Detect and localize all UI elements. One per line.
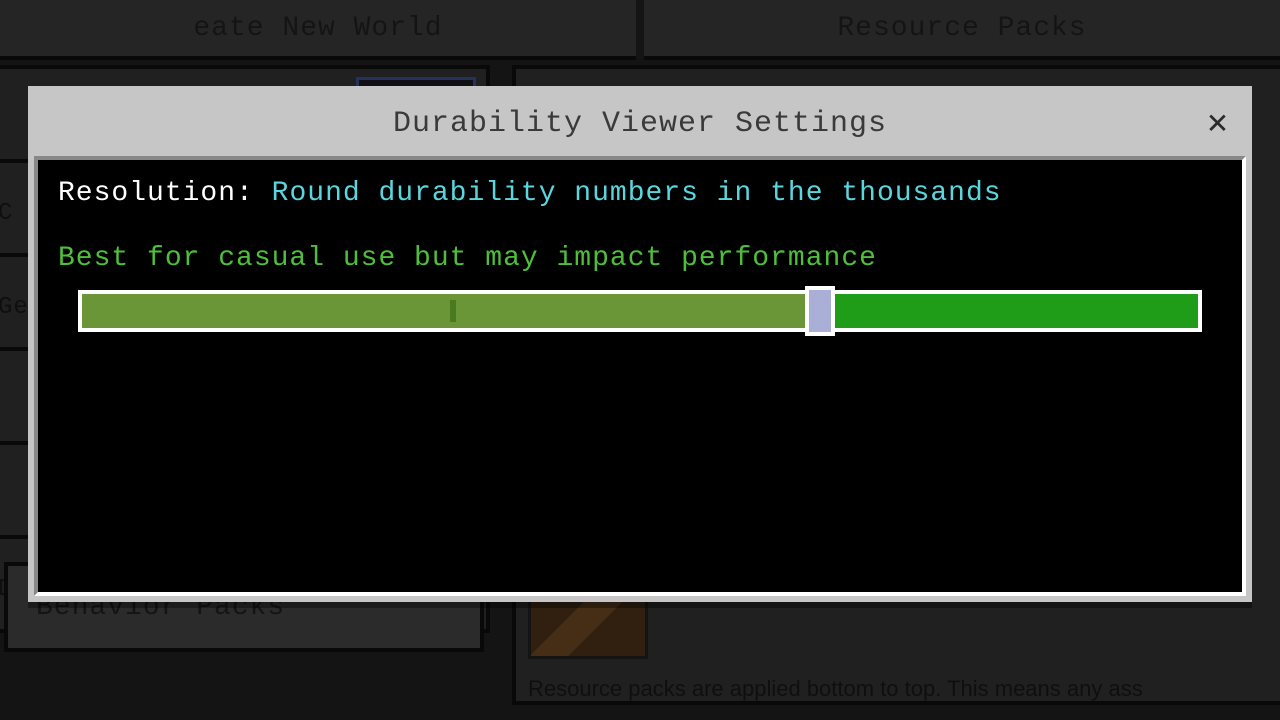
settings-modal: Durability Viewer Settings ✕ Resolution:…	[28, 86, 1252, 602]
slider-track-right	[819, 294, 1198, 328]
resolution-description: Best for casual use but may impact perfo…	[58, 243, 1222, 274]
modal-titlebar: Durability Viewer Settings ✕	[34, 92, 1246, 156]
modal-body: Resolution: Round durability numbers in …	[34, 156, 1246, 596]
slider-track	[78, 290, 1202, 332]
slider-track-left	[82, 294, 819, 328]
resolution-row: Resolution: Round durability numbers in …	[58, 178, 1222, 209]
close-button[interactable]: ✕	[1200, 106, 1236, 142]
resolution-label: Resolution:	[58, 178, 254, 209]
close-icon: ✕	[1206, 107, 1230, 142]
resolution-value: Round durability numbers in the thousand…	[272, 178, 1002, 209]
modal-title: Durability Viewer Settings	[393, 107, 887, 141]
slider-tick	[450, 300, 456, 322]
slider-handle[interactable]	[805, 286, 835, 336]
resolution-slider[interactable]	[58, 290, 1222, 332]
